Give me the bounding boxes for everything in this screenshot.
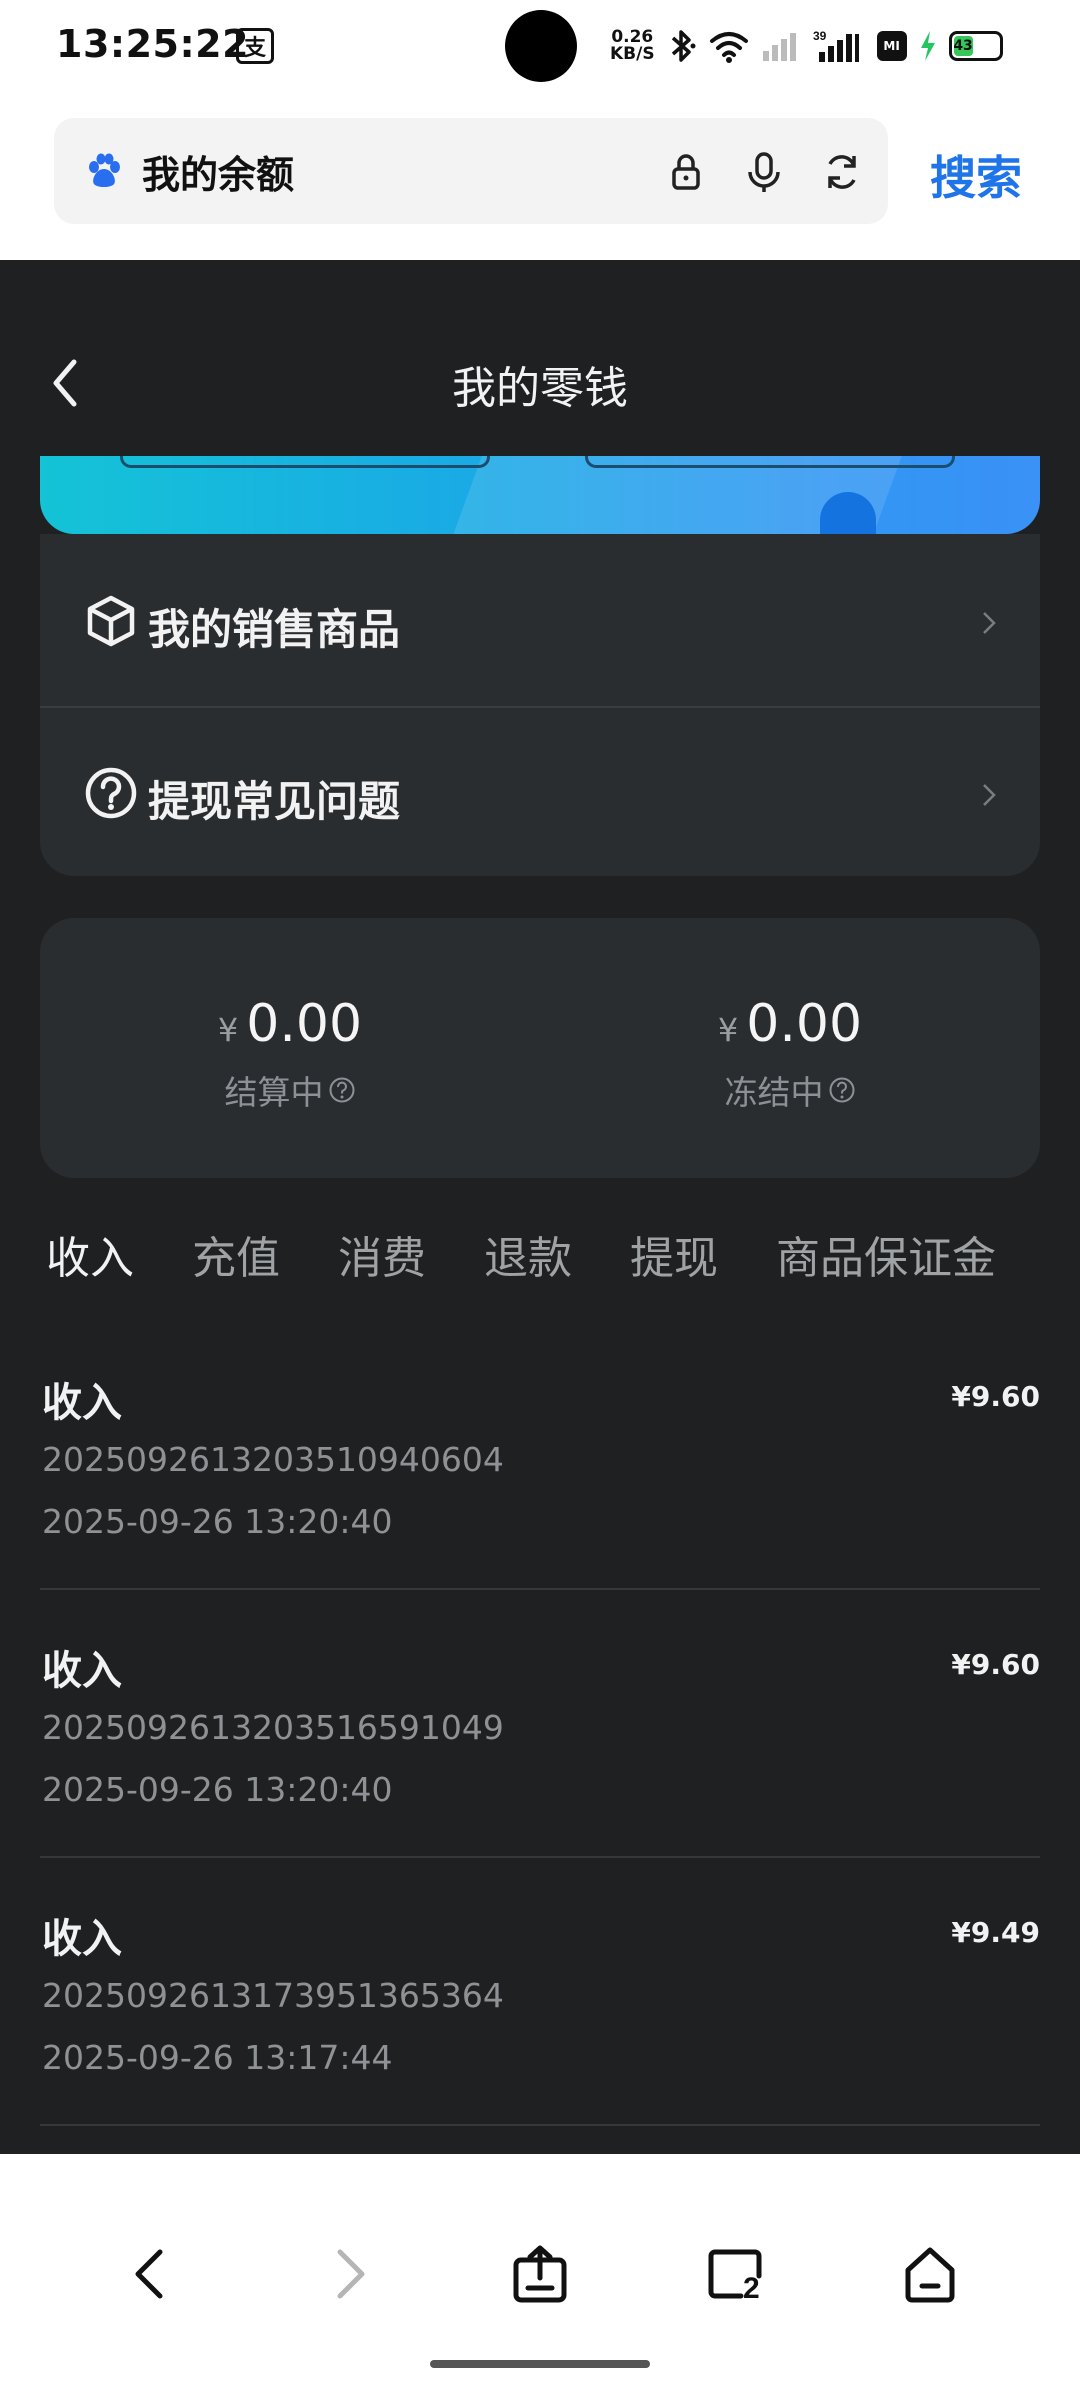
tab-recharge[interactable]: 充值 bbox=[192, 1222, 280, 1284]
transaction-amount: ¥9.60 bbox=[951, 1648, 1040, 1681]
mi-app-icon: MI bbox=[876, 31, 907, 61]
status-time: 13:25:22 bbox=[56, 22, 250, 66]
transaction-list: 收入 ¥9.60 20250926132035109406​04 2025-09… bbox=[40, 1322, 1040, 2126]
tabs-button[interactable]: 2 bbox=[705, 2242, 765, 2306]
baidu-paw-icon bbox=[89, 153, 120, 187]
gesture-home-indicator[interactable] bbox=[430, 2360, 650, 2368]
menu-item-sales-products[interactable]: 我的销售商品 bbox=[40, 534, 1040, 706]
chevron-right-icon bbox=[983, 612, 996, 634]
help-icon[interactable] bbox=[828, 1076, 856, 1104]
cube-icon bbox=[87, 595, 135, 647]
status-icons: 0.26 KB/S 39 MI 43 bbox=[610, 24, 1003, 68]
browser-top-area: 13:25:22 支 0.26 KB/S 39 MI 43 我的余额 搜索 bbox=[0, 0, 1080, 260]
tab-withdraw[interactable]: 提现 bbox=[630, 1222, 718, 1284]
settling-label[interactable]: 结算中 bbox=[225, 1066, 356, 1114]
settling-label-text: 结算中 bbox=[224, 1073, 324, 1112]
transaction-order-id: 2025092613203516591049 bbox=[42, 1708, 504, 1747]
transaction-time: 2025-09-26 13:20:40 bbox=[42, 1502, 393, 1541]
list-item[interactable]: 收入 ¥9.60 20250926132035109406​04 2025-09… bbox=[40, 1322, 1040, 1590]
help-icon[interactable] bbox=[328, 1076, 356, 1104]
list-item[interactable]: 收入 ¥9.60 2025092613203516591049 2025-09-… bbox=[40, 1590, 1040, 1858]
settling-balance: ¥0.00 结算中 bbox=[40, 996, 540, 1114]
menu-item-withdraw-faq[interactable]: 提现常见问题 bbox=[40, 706, 1040, 878]
wallet-banner bbox=[40, 456, 1040, 534]
list-item[interactable]: 收入 ¥9.49 2025092613173951365364 2025-09-… bbox=[40, 1858, 1040, 2126]
wifi-icon bbox=[709, 32, 748, 63]
page-header: 我的零钱 bbox=[0, 260, 1080, 460]
browser-forward-icon[interactable] bbox=[320, 2242, 380, 2306]
currency-symbol: ¥ bbox=[217, 1011, 239, 1049]
home-icon[interactable] bbox=[900, 2242, 960, 2306]
transaction-type: 收入 bbox=[42, 1648, 122, 1694]
browser-bottom-nav: 2 bbox=[0, 2154, 1080, 2400]
transaction-type-tabs: 收入 充值 消费 退款 提现 商品保证金 bbox=[46, 1222, 1054, 1284]
tab-income[interactable]: 收入 bbox=[46, 1222, 134, 1284]
svg-text:39: 39 bbox=[813, 29, 827, 43]
transaction-type: 收入 bbox=[42, 1916, 122, 1962]
question-circle-icon bbox=[85, 767, 137, 819]
frozen-amount-value: 0.00 bbox=[746, 994, 863, 1054]
frozen-label[interactable]: 冻结中 bbox=[725, 1066, 856, 1114]
lock-icon[interactable] bbox=[664, 150, 708, 194]
frozen-label-text: 冻结中 bbox=[724, 1073, 824, 1112]
signal-sim2-icon: 39 bbox=[813, 29, 859, 62]
settling-amount: ¥0.00 bbox=[40, 996, 540, 1058]
menu-item-label: 提现常见问题 bbox=[148, 777, 401, 826]
front-camera-cutout bbox=[505, 10, 577, 82]
menu-card: 我的销售商品 提现常见问题 bbox=[40, 534, 1040, 876]
alipay-notification-icon: 支 bbox=[236, 28, 274, 64]
transaction-order-id: 2025092613173951365364 bbox=[42, 1976, 504, 2015]
frozen-amount: ¥0.00 bbox=[540, 996, 1040, 1058]
menu-item-label: 我的销售商品 bbox=[148, 605, 401, 654]
transaction-type: 收入 bbox=[42, 1380, 122, 1426]
charging-bolt-icon bbox=[920, 31, 935, 61]
network-speed: 0.26 KB/S bbox=[610, 29, 655, 63]
tab-refund[interactable]: 退款 bbox=[484, 1222, 572, 1284]
balance-card: ¥0.00 结算中 ¥0.00 冻结中 bbox=[40, 918, 1040, 1178]
battery-icon: 43 bbox=[948, 31, 1003, 61]
banner-button-outline-left bbox=[120, 456, 490, 468]
signal-sim1-icon bbox=[762, 33, 796, 61]
transaction-order-id: 20250926132035109406​04 bbox=[42, 1440, 504, 1479]
frozen-balance: ¥0.00 冻结中 bbox=[540, 996, 1040, 1114]
refresh-icon[interactable] bbox=[820, 150, 864, 194]
transaction-time: 2025-09-26 13:17:44 bbox=[42, 2038, 393, 2077]
tab-count: 2 bbox=[743, 2272, 760, 2305]
battery-level: 43 bbox=[953, 36, 973, 56]
address-bar[interactable]: 我的余额 bbox=[54, 118, 888, 224]
settling-amount-value: 0.00 bbox=[246, 994, 363, 1054]
bluetooth-icon bbox=[671, 30, 696, 62]
transaction-time: 2025-09-26 13:20:40 bbox=[42, 1770, 393, 1809]
chevron-right-icon bbox=[983, 784, 996, 806]
banner-button-outline-right bbox=[585, 456, 955, 468]
page-title: 我的零钱 bbox=[452, 363, 628, 414]
microphone-icon[interactable] bbox=[742, 150, 786, 194]
transaction-amount: ¥9.60 bbox=[951, 1380, 1040, 1413]
network-speed-unit: KB/S bbox=[610, 44, 655, 64]
tab-spending[interactable]: 消费 bbox=[338, 1222, 426, 1284]
browser-back-icon[interactable] bbox=[120, 2242, 180, 2306]
tab-deposit[interactable]: 商品保证金 bbox=[776, 1222, 996, 1284]
currency-symbol: ¥ bbox=[717, 1011, 739, 1049]
share-icon[interactable] bbox=[510, 2242, 570, 2306]
search-button[interactable]: 搜索 bbox=[930, 142, 1022, 208]
transaction-amount: ¥9.49 bbox=[951, 1916, 1040, 1949]
address-bar-text[interactable]: 我的余额 bbox=[142, 144, 294, 199]
